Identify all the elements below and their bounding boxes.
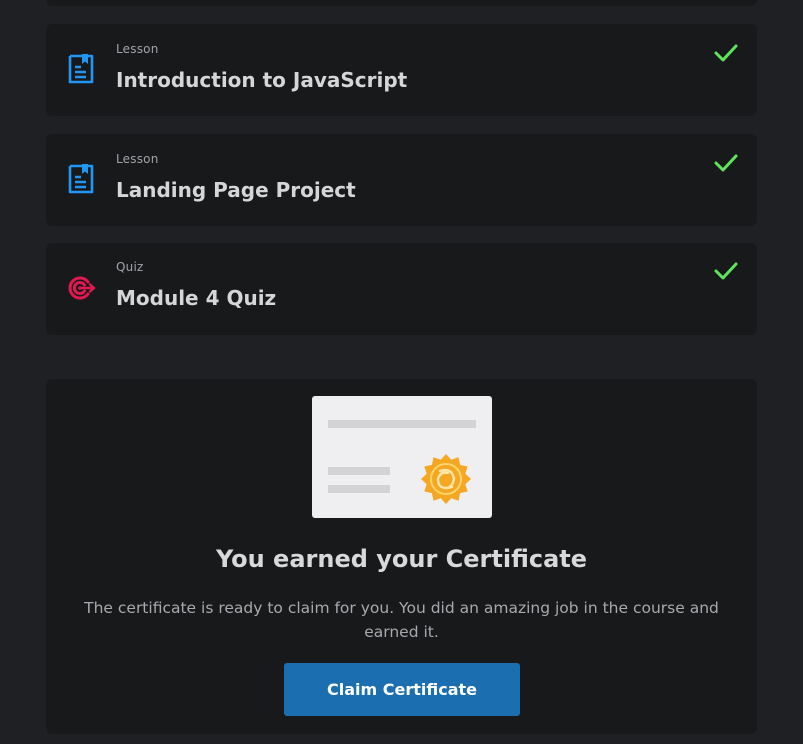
checkmark-icon <box>714 44 738 62</box>
certificate-card: You earned your Certificate The certific… <box>46 379 757 734</box>
lesson-item[interactable]: Lesson Landing Page Project <box>46 134 757 226</box>
item-type-label: Lesson <box>116 42 159 56</box>
certificate-illustration-icon <box>312 396 492 518</box>
item-title: Landing Page Project <box>116 178 356 202</box>
checkmark-icon <box>714 262 738 280</box>
item-type-label: Lesson <box>116 152 159 166</box>
certificate-title: You earned your Certificate <box>215 545 588 573</box>
quiz-item[interactable]: Quiz Module 4 Quiz <box>46 243 757 335</box>
item-title: Introduction to JavaScript <box>116 68 408 92</box>
item-type-label: Quiz <box>116 260 144 274</box>
course-module-page: Lesson Introduction to JavaScript Lesson… <box>0 0 803 744</box>
previous-item-card <box>46 0 757 6</box>
certificate-description: The certificate is ready to claim for yo… <box>84 599 719 641</box>
checkmark-icon <box>714 154 738 172</box>
claim-certificate-button[interactable]: Claim Certificate <box>284 663 520 716</box>
document-icon <box>68 164 94 194</box>
target-icon <box>68 276 96 300</box>
item-title: Module 4 Quiz <box>116 286 277 310</box>
lesson-item[interactable]: Lesson Introduction to JavaScript <box>46 24 757 116</box>
document-icon <box>68 54 94 84</box>
